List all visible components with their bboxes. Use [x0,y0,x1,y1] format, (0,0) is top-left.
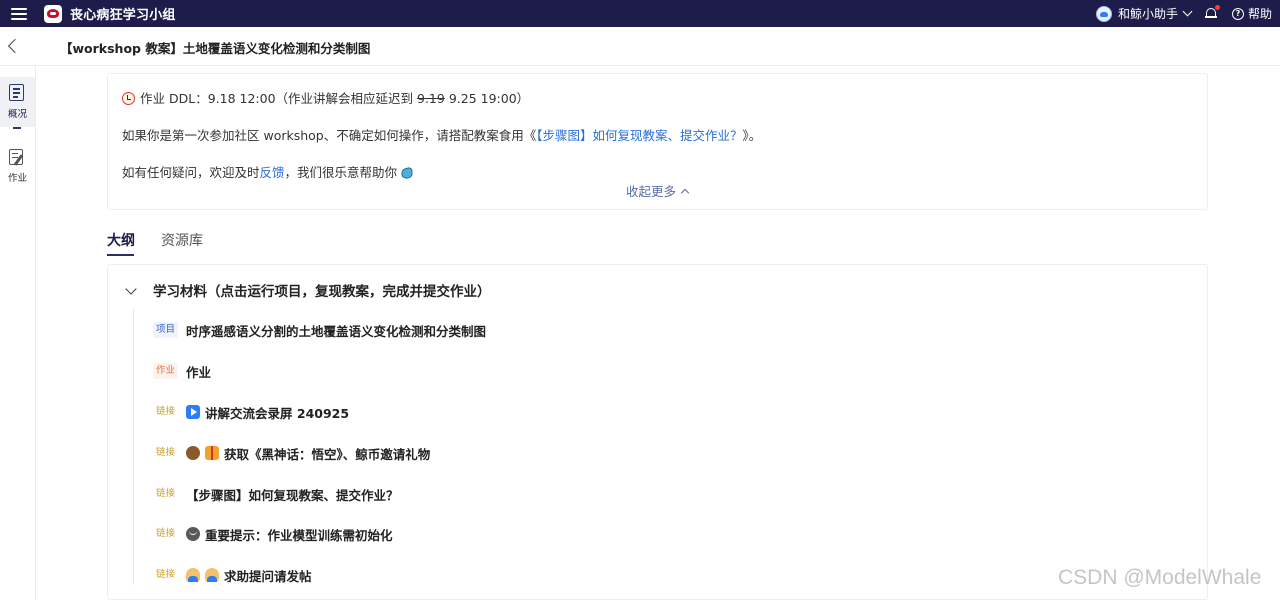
back-arrow-icon [7,38,23,54]
feedback-link[interactable]: 反馈 [260,165,285,180]
brand-name[interactable]: 丧心病狂学习小组 [70,4,176,23]
help-line: 如有任何疑问，欢迎及时反馈，我们很乐意帮助你 [122,162,414,181]
old-deadline: 9.19 [417,91,445,106]
outline-panel: 学习材料（点击运行项目，复现教案，完成并提交作业） 项目 时序遥感语义分割的土地… [107,264,1208,600]
list-item[interactable]: 链接 求助提问请发帖 [153,564,1053,586]
tree-line [133,309,134,585]
deadline-line: 作业 DDL：9.18 12:00（作业讲解会相应延迟到 9.19 9.25 1… [122,88,529,107]
document-icon [9,84,24,101]
watermark: CSDN @ModelWhale [1058,566,1262,589]
section-title[interactable]: 学习材料（点击运行项目，复现教案，完成并提交作业） [153,280,491,300]
help-icon[interactable]: ? [1231,7,1244,20]
left-rail: 概况 作业 [0,66,36,600]
rail-item-label: 概况 [7,109,27,120]
page-title: 【workshop 教案】土地覆盖语义变化检测和分类制图 [60,41,371,56]
list-item[interactable]: 项目 时序遥感语义分割的土地覆盖语义变化检测和分类制图 [153,319,1053,341]
tab-resources[interactable]: 资源库 [161,230,203,250]
group-logo-icon[interactable] [44,4,62,23]
intro-line: 如果你是第一次参加社区 workshop、不确定如何操作，请搭配教案食用《【步骤… [122,125,761,144]
item-title: 讲解交流会录屏 240925 [205,405,350,421]
active-tab-indicator [107,254,134,256]
notification-dot [1214,5,1220,10]
type-badge: 作业 [153,363,179,379]
wave-hand-icon [401,167,413,179]
active-indicator [13,127,21,129]
list-item[interactable]: 作业 作业 [153,360,1053,382]
type-badge: 链接 [153,486,179,502]
face-icon [186,527,201,541]
type-badge: 链接 [153,445,179,461]
item-title: 作业 [186,364,212,380]
tab-outline[interactable]: 大纲 [107,230,135,250]
video-icon [186,405,201,419]
person-raising-hand-icon [186,568,201,582]
chevron-up-icon [680,188,690,198]
type-badge: 链接 [153,526,179,542]
help-link[interactable]: 帮助 [1248,5,1272,22]
help-text: 如有任何疑问，欢迎及时 [122,165,260,180]
help-suffix: ，我们很乐意帮助你 [284,165,398,180]
alarm-clock-icon [122,92,135,105]
list-item[interactable]: 链接 获取《黑神话：悟空》、鲸币邀请礼物 [153,442,1053,464]
new-deadline: 9.25 19:00） [444,91,530,106]
announcement-card: 作业 DDL：9.18 12:00（作业讲解会相应延迟到 9.19 9.25 1… [107,73,1208,210]
item-title: 时序遥感语义分割的土地覆盖语义变化检测和分类制图 [186,323,487,339]
collapse-more-button[interactable]: 收起更多 [626,181,690,200]
item-title: 重要提示：作业模型训练需初始化 [205,527,393,543]
item-title: 求助提问请发帖 [224,568,312,584]
bell-icon[interactable] [1204,5,1220,20]
type-badge: 链接 [153,567,179,583]
intro-suffix: 》。 [742,128,762,143]
menu-icon[interactable] [11,7,27,20]
type-badge: 项目 [153,322,179,338]
user-avatar[interactable] [1095,5,1112,22]
item-title: 获取《黑神话：悟空》、鲸币邀请礼物 [224,446,431,462]
chevron-down-icon[interactable] [1182,6,1193,17]
intro-text: 如果你是第一次参加社区 workshop、不确定如何操作，请搭配教案食用《 [122,128,537,143]
back-button[interactable] [0,27,36,66]
monkey-icon [186,446,201,460]
user-area: 和鲸小助手 ? 帮助 [1095,0,1280,27]
gift-icon [205,446,220,460]
list-item[interactable]: 链接 【步骤图】如何复现教案、提交作业？ [153,483,1053,505]
step-guide-link[interactable]: 【步骤图】如何复现教案、提交作业？ [536,128,742,143]
person-raising-hand-icon [205,568,220,582]
page-header: 【workshop 教案】土地覆盖语义变化检测和分类制图 [0,27,1280,66]
type-badge: 链接 [153,404,179,420]
list-item[interactable]: 链接 讲解交流会录屏 240925 [153,401,1053,423]
list-item[interactable]: 链接 重要提示：作业模型训练需初始化 [153,523,1053,545]
top-nav-bar: 丧心病狂学习小组 和鲸小助手 ? 帮助 [0,0,1280,27]
item-title: 【步骤图】如何复现教案、提交作业？ [186,487,399,503]
collapse-label: 收起更多 [626,184,677,199]
rail-item-label: 作业 [7,173,27,184]
user-name[interactable]: 和鲸小助手 [1118,5,1178,22]
chevron-down-icon[interactable] [125,283,137,295]
deadline-text: 作业 DDL：9.18 12:00（作业讲解会相应延迟到 [140,91,417,106]
